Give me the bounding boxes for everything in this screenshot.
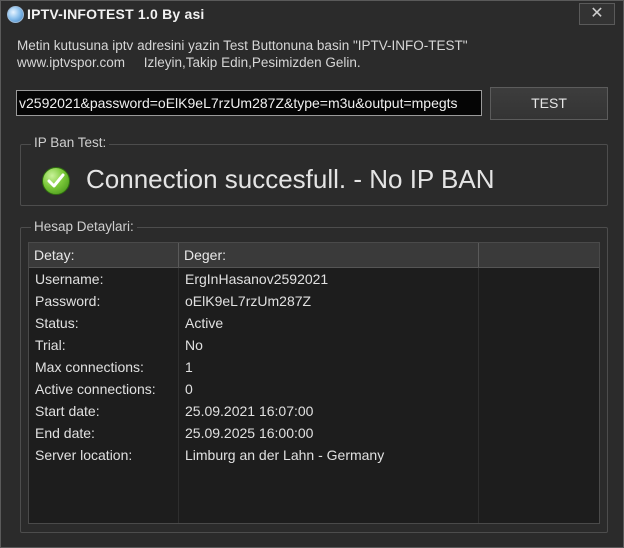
detail-value: Active (179, 312, 479, 334)
detail-value: 25.09.2021 16:07:00 (179, 400, 479, 422)
detail-value: 25.09.2025 16:00:00 (179, 422, 479, 444)
detail-extra (479, 466, 599, 488)
table-row[interactable]: Username: ErgInHasanov2592021 (29, 268, 599, 291)
detail-extra (479, 488, 599, 510)
detail-extra (479, 422, 599, 444)
globe-icon (7, 6, 24, 23)
detail-extra (479, 312, 599, 334)
table-row[interactable]: Start date: 25.09.2021 16:07:00 (29, 400, 599, 423)
connection-status-message: Connection succesfull. - No IP BAN (86, 164, 495, 194)
table-row[interactable]: Active connections: 0 (29, 378, 599, 401)
table-row[interactable] (29, 488, 599, 511)
detail-key: Start date: (29, 400, 179, 422)
iptv-url-input[interactable]: v2592021&password=oElK9eL7rzUm287Z&type=… (16, 90, 482, 116)
table-row[interactable]: Max connections: 1 (29, 356, 599, 379)
detail-extra (479, 378, 599, 400)
detail-extra (479, 356, 599, 378)
instructions-text: Metin kutusuna iptv adresini yazin Test … (17, 37, 468, 71)
detail-value: Limburg an der Lahn - Germany (179, 444, 479, 466)
detail-key: Status: (29, 312, 179, 334)
title-bar[interactable]: IPTV-INFOTEST 1.0 By asi ✕ (1, 1, 623, 27)
detail-key: End date: (29, 422, 179, 444)
detail-key (29, 466, 179, 488)
account-details-label: Hesap Detaylari: (31, 219, 137, 234)
detail-value (179, 510, 479, 523)
column-header-deger[interactable]: Deger: (179, 243, 479, 267)
table-row[interactable]: Server location: Limburg an der Lahn - Ge… (29, 444, 599, 467)
detail-key: Password: (29, 290, 179, 312)
detail-value: ErgInHasanov2592021 (179, 268, 479, 290)
detail-extra (479, 510, 599, 523)
detail-extra (479, 400, 599, 422)
instructions-line-1: Metin kutusuna iptv adresini yazin Test … (17, 38, 468, 53)
test-button[interactable]: TEST (490, 87, 608, 120)
detail-value: 0 (179, 378, 479, 400)
detail-key: Server location: (29, 444, 179, 466)
table-row[interactable]: End date: 25.09.2025 16:00:00 (29, 422, 599, 445)
account-details-table[interactable]: Detay: Deger: Username: ErgInHasanov25920… (28, 242, 600, 524)
detail-value (179, 466, 479, 488)
table-row[interactable] (29, 510, 599, 523)
table-row[interactable]: Status: Active (29, 312, 599, 335)
instructions-line-2: www.iptvspor.com Izleyin,Takip Edin,Pesi… (17, 55, 361, 70)
detail-value: 1 (179, 356, 479, 378)
detail-key: Trial: (29, 334, 179, 356)
detail-key: Max connections: (29, 356, 179, 378)
detail-key (29, 510, 179, 523)
table-header: Detay: Deger: (29, 243, 599, 268)
detail-value: No (179, 334, 479, 356)
detail-value (179, 488, 479, 510)
ip-ban-test-label: IP Ban Test: (31, 135, 110, 150)
column-header-detay[interactable]: Detay: (29, 243, 179, 267)
detail-extra (479, 268, 599, 290)
main-window: IPTV-INFOTEST 1.0 By asi ✕ Metin kutusun… (0, 0, 624, 548)
detail-key: Active connections: (29, 378, 179, 400)
detail-key (29, 488, 179, 510)
detail-value: oElK9eL7rzUm287Z (179, 290, 479, 312)
detail-key: Username: (29, 268, 179, 290)
detail-extra (479, 444, 599, 466)
table-row[interactable]: Trial: No (29, 334, 599, 357)
table-row[interactable]: Password: oElK9eL7rzUm287Z (29, 290, 599, 313)
detail-extra (479, 290, 599, 312)
window-title: IPTV-INFOTEST 1.0 By asi (27, 6, 205, 22)
close-button[interactable]: ✕ (579, 3, 615, 25)
detail-extra (479, 334, 599, 356)
column-header-empty[interactable] (479, 243, 599, 267)
check-circle-icon (42, 167, 70, 195)
table-row[interactable] (29, 466, 599, 489)
